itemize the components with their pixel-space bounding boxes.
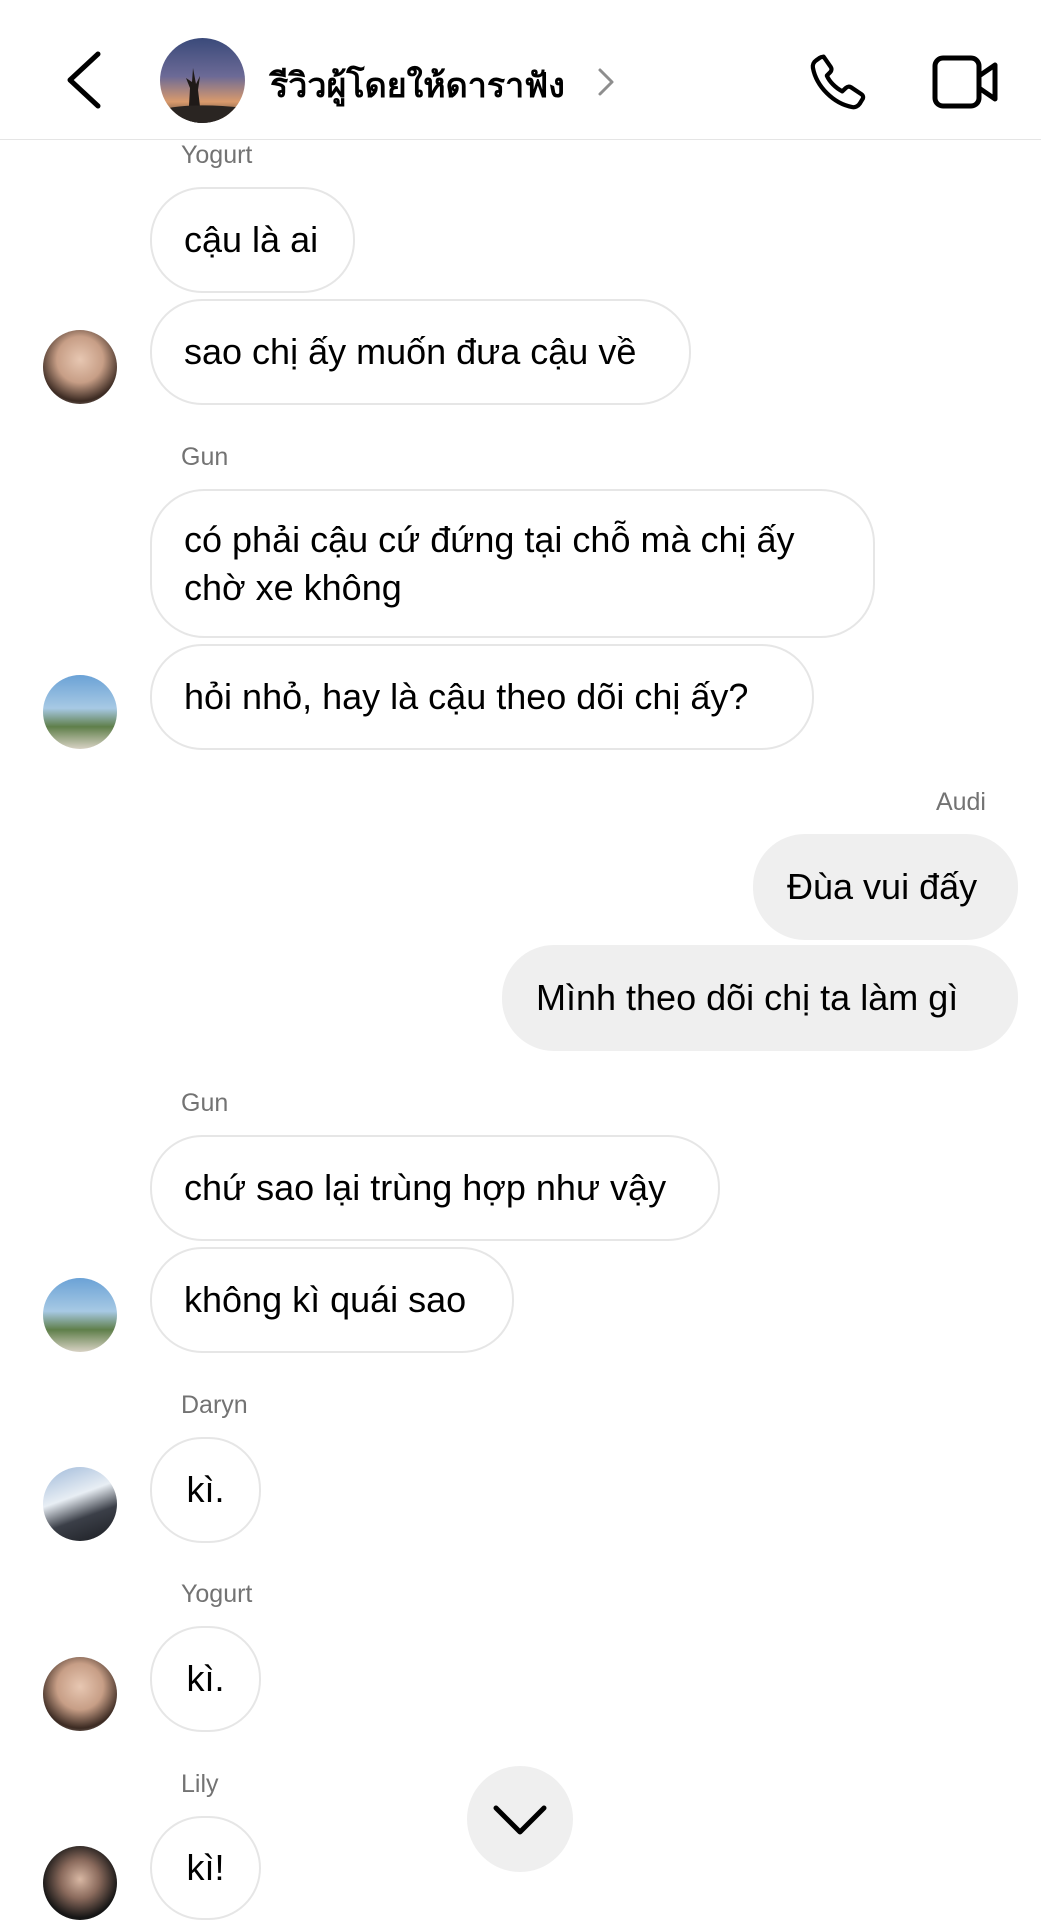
message-bubble[interactable]: cậu là ai <box>150 187 355 293</box>
sender-name: Yogurt <box>181 1580 253 1608</box>
phone-icon <box>810 54 866 110</box>
sender-name: Daryn <box>181 1391 248 1419</box>
message-bubble[interactable]: kì! <box>150 1816 261 1920</box>
avatar-yogurt[interactable] <box>43 1657 117 1731</box>
message-bubble[interactable]: hỏi nhỏ, hay là cậu theo dõi chị ấy? <box>150 644 814 750</box>
chat-header: รีวิวผู้โดยให้ดาราฟัง <box>0 0 1041 140</box>
message-text: kì! <box>186 1847 225 1888</box>
message-bubble[interactable]: chứ sao lại trùng hợp như vậy <box>150 1135 720 1241</box>
message-text: kì. <box>186 1469 225 1510</box>
message-text: kì. <box>186 1658 225 1699</box>
own-message-bubble[interactable]: Đùa vui đấy <box>753 834 1018 940</box>
avatar-lily[interactable] <box>43 1846 117 1920</box>
message-text: không kì quái sao <box>184 1279 467 1320</box>
group-info-chevron[interactable] <box>596 66 616 98</box>
message-bubble[interactable]: có phải cậu cứ đứng tại chỗ mà chị ấy ch… <box>150 489 875 638</box>
message-text: sao chị ấy muốn đưa cậu về <box>184 331 637 372</box>
voice-call-button[interactable] <box>806 50 870 114</box>
avatar-daryn[interactable] <box>43 1467 117 1541</box>
message-bubble[interactable]: sao chị ấy muốn đưa cậu về <box>150 299 691 405</box>
avatar-gun[interactable] <box>43 675 117 749</box>
chevron-down-icon <box>493 1805 547 1835</box>
group-name[interactable]: รีวิวผู้โดยให้ดาราฟัง <box>270 58 565 112</box>
group-avatar[interactable] <box>160 38 245 123</box>
message-bubble[interactable]: kì. <box>150 1626 261 1732</box>
message-text: có phải cậu cứ đứng tại chỗ mà chị ấy ch… <box>184 518 795 608</box>
sender-name: Lily <box>181 1770 219 1798</box>
own-message-bubble[interactable]: Mình theo dõi chị ta làm gì <box>502 945 1018 1051</box>
sender-name: Gun <box>181 443 229 471</box>
message-text: Đùa vui đấy <box>787 866 978 907</box>
message-text: cậu là ai <box>184 219 319 260</box>
avatar-yogurt[interactable] <box>43 330 117 404</box>
chevron-left-icon <box>67 51 101 109</box>
sender-name: Yogurt <box>181 141 253 169</box>
avatar-gun[interactable] <box>43 1278 117 1352</box>
message-text: Mình theo dõi chị ta làm gì <box>536 977 959 1018</box>
back-button[interactable] <box>62 48 110 112</box>
scroll-to-bottom-button[interactable] <box>467 1766 573 1872</box>
sender-name: Gun <box>181 1089 229 1117</box>
chevron-right-icon <box>598 68 614 96</box>
message-bubble[interactable]: kì. <box>150 1437 261 1543</box>
video-camera-icon <box>932 55 998 109</box>
message-bubble[interactable]: không kì quái sao <box>150 1247 514 1353</box>
message-text: chứ sao lại trùng hợp như vậy <box>184 1167 667 1208</box>
video-call-button[interactable] <box>932 52 1000 112</box>
message-text: hỏi nhỏ, hay là cậu theo dõi chị ấy? <box>184 676 749 717</box>
sender-name: Audi <box>935 788 986 816</box>
